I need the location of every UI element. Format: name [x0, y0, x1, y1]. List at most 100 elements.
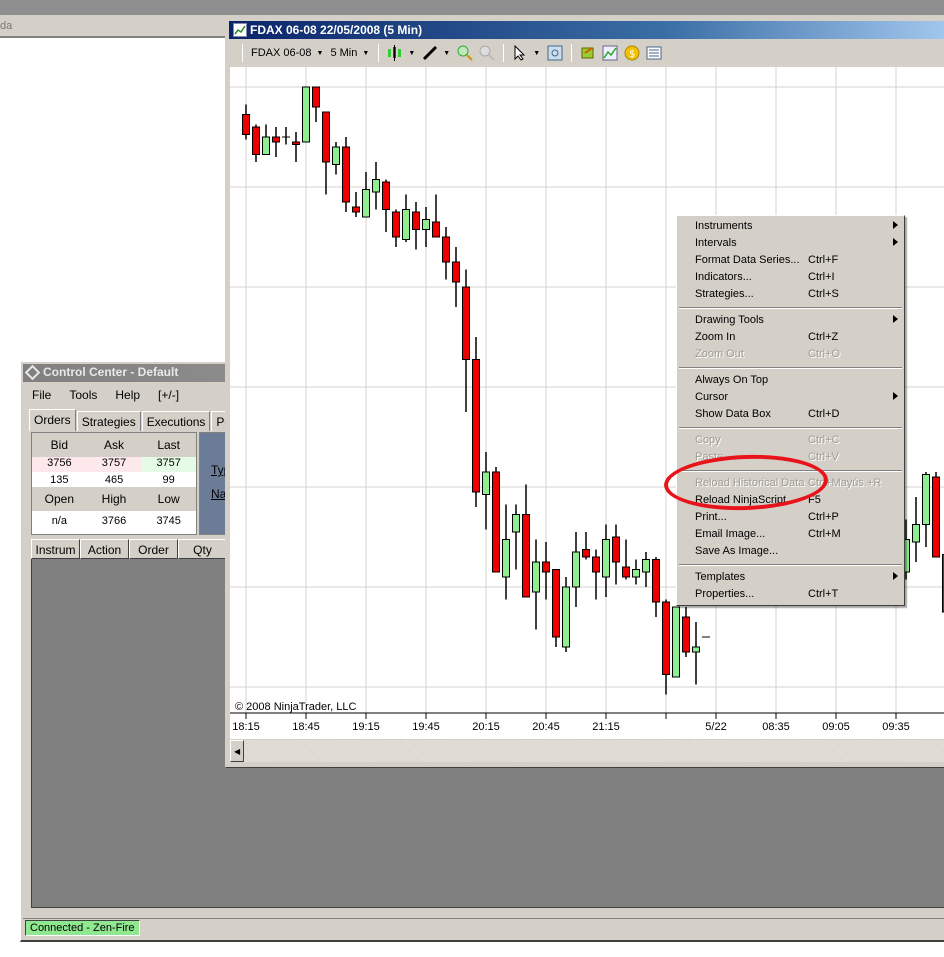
menu-item-copy: Copy Ctrl+C: [677, 432, 904, 449]
x-tick-label: 20:45: [532, 721, 560, 733]
copyright-text: © 2008 NinjaTrader, LLC: [235, 701, 356, 713]
menu-item-properties[interactable]: Properties... Ctrl+T: [677, 586, 904, 603]
candle-body: [602, 539, 610, 578]
candle-body: [332, 146, 340, 165]
candle-body: [552, 569, 560, 638]
menu-item-save-as-image[interactable]: Save As Image...: [677, 543, 904, 560]
candle-body: [402, 209, 410, 240]
menu-item-zoom-in[interactable]: Zoom In Ctrl+Z: [677, 329, 904, 346]
submenu-arrow-icon: [893, 572, 898, 580]
submenu-arrow-icon: [893, 315, 898, 323]
menu-item-label: Intervals: [695, 237, 737, 249]
candle-body: [362, 189, 370, 218]
menu-file[interactable]: File: [23, 385, 60, 405]
menu-separator: [677, 560, 904, 569]
last-header: Last: [157, 438, 181, 452]
menu-item-print[interactable]: Print... Ctrl+P: [677, 509, 904, 526]
candle-body: [692, 646, 700, 653]
menu-item-email-image[interactable]: Email Image... Ctrl+M: [677, 526, 904, 543]
control-center-title: Control Center - Default: [43, 365, 179, 379]
ninjatrader-logo-icon: [24, 364, 41, 381]
last-price: 3757: [141, 457, 197, 472]
candle-body: [472, 359, 480, 493]
candle-body: [922, 474, 930, 525]
col-action[interactable]: Action: [80, 539, 129, 559]
candle-body: [582, 549, 590, 558]
x-tick-label: 5/22: [705, 721, 726, 733]
x-tick-label: 19:15: [352, 721, 380, 733]
col-instrument[interactable]: Instrum: [31, 539, 80, 559]
control-center-tabs: Orders Strategies Executions Posit: [29, 409, 249, 431]
menu-item-label: Zoom In: [695, 331, 736, 343]
tab-orders[interactable]: Orders: [29, 409, 76, 431]
chart-horizontal-scrollbar[interactable]: ◀: [230, 740, 944, 762]
candle-body: [652, 559, 660, 603]
menu-item-shortcut: Ctrl+D: [808, 408, 840, 420]
menu-item-cursor[interactable]: Cursor: [677, 389, 904, 406]
menu-expand[interactable]: [+/-]: [149, 385, 188, 405]
open-header: Open: [44, 492, 75, 506]
menu-item-label: Drawing Tools: [695, 314, 764, 326]
menu-item-drawing-tools[interactable]: Drawing Tools: [677, 312, 904, 329]
menu-item-always-on-top[interactable]: Always On Top: [677, 372, 904, 389]
menu-item-indicators[interactable]: Indicators... Ctrl+I: [677, 269, 904, 286]
low-value: 3745: [156, 515, 181, 527]
candle-body: [452, 261, 460, 283]
menu-item-label: Zoom Out: [695, 348, 744, 360]
candle-body: [532, 561, 540, 593]
candle-body: [262, 136, 270, 155]
last-size: 99: [162, 473, 175, 486]
col-order[interactable]: Order: [129, 539, 178, 559]
x-tick-label: 18:15: [232, 721, 260, 733]
candle-body: [562, 586, 570, 648]
x-tick-label: 19:45: [412, 721, 440, 733]
menu-tools[interactable]: Tools: [60, 385, 106, 405]
menu-item-templates[interactable]: Templates: [677, 569, 904, 586]
candle-body: [632, 569, 640, 578]
quote-header-row: Bid Ask Last: [32, 433, 196, 457]
menu-item-intervals[interactable]: Intervals: [677, 235, 904, 252]
submenu-arrow-icon: [893, 392, 898, 400]
tab-executions[interactable]: Executions: [141, 411, 211, 431]
x-tick-label: 18:45: [292, 721, 320, 733]
col-qty[interactable]: Qty: [178, 539, 227, 559]
candle-body: [352, 206, 360, 213]
menu-item-label: Templates: [695, 571, 746, 583]
menu-item-shortcut: Ctrl+P: [808, 511, 839, 523]
bid-size: 135: [50, 473, 69, 486]
menu-item-instruments[interactable]: Instruments: [677, 218, 904, 235]
x-tick-label: 20:15: [472, 721, 500, 733]
menu-item-label: Copy: [695, 434, 721, 446]
status-bar: Connected - Zen-Fire: [23, 918, 944, 936]
submenu-arrow-icon: [893, 221, 898, 229]
candle-body: [272, 136, 280, 143]
menu-item-shortcut: Ctrl+S: [808, 288, 839, 300]
menu-separator: [677, 423, 904, 432]
desktop-top: [0, 0, 944, 15]
submenu-arrow-icon: [893, 238, 898, 246]
menu-item-show-data-box[interactable]: Show Data Box Ctrl+D: [677, 406, 904, 423]
background-window-text: da: [0, 20, 13, 32]
candle-body: [322, 111, 330, 163]
menu-item-format-data-series[interactable]: Format Data Series... Ctrl+F: [677, 252, 904, 269]
candle-body: [242, 114, 250, 135]
menu-help[interactable]: Help: [106, 385, 149, 405]
menu-item-shortcut: Ctrl+T: [808, 588, 839, 600]
menu-item-zoom-out: Zoom Out Ctrl+O: [677, 346, 904, 363]
tab-strategies[interactable]: Strategies: [76, 411, 141, 431]
menu-item-shortcut: Ctrl+O: [808, 348, 841, 360]
candle-body: [292, 141, 300, 145]
scroll-left-arrow-icon[interactable]: ◀: [230, 740, 244, 762]
candle-body: [412, 211, 420, 230]
menu-separator: [677, 363, 904, 372]
ask-size: 465: [104, 473, 124, 486]
menu-item-shortcut: Ctrl+I: [808, 271, 835, 283]
x-tick-label: 09:05: [822, 721, 850, 733]
x-tick-label: 09:35: [882, 721, 910, 733]
candle-body: [572, 551, 580, 588]
quote-header-row-2: Open High Low: [32, 487, 196, 511]
menu-item-strategies[interactable]: Strategies... Ctrl+S: [677, 286, 904, 303]
candle-body: [492, 471, 500, 573]
menu-item-label: Email Image...: [695, 528, 766, 540]
candle-body: [682, 616, 690, 653]
